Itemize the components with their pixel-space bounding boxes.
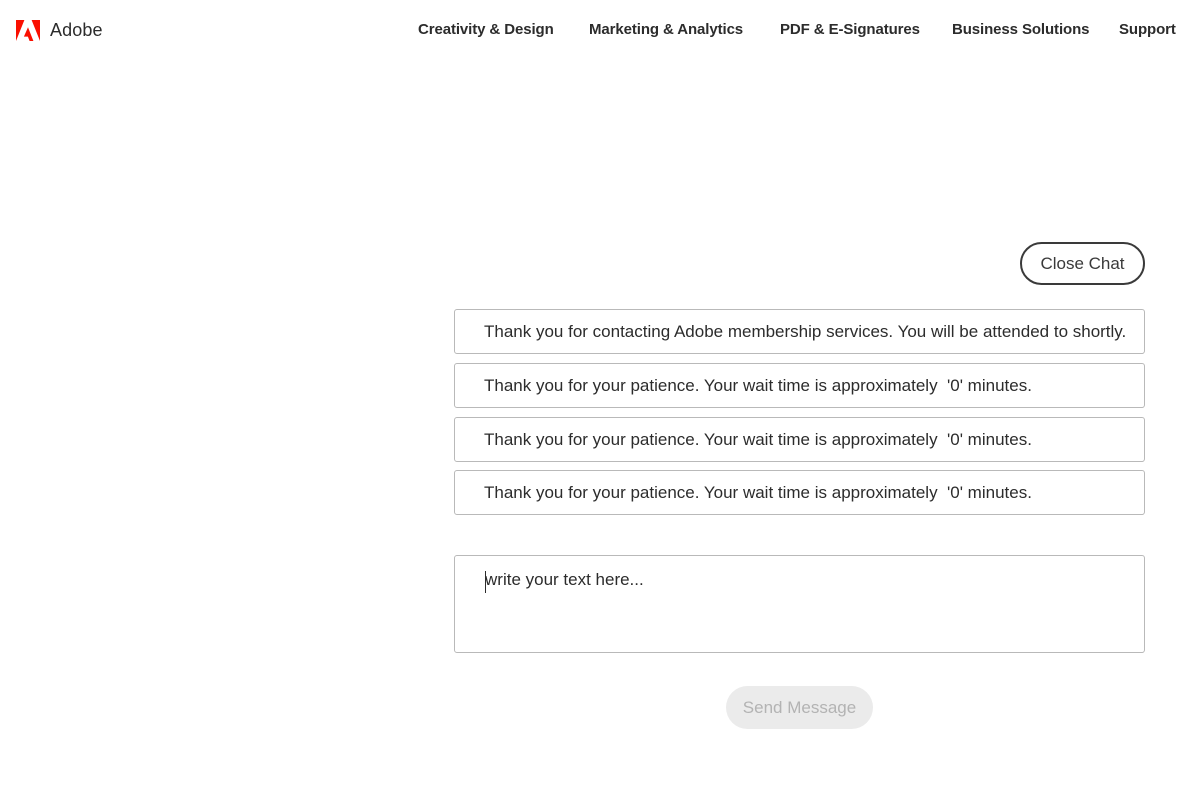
chat-message: Thank you for your patience. Your wait t… (454, 470, 1145, 515)
adobe-logo-link[interactable]: Adobe (16, 19, 103, 41)
nav-item-creativity-design[interactable]: Creativity & Design (418, 21, 554, 38)
brand-name: Adobe (50, 19, 103, 40)
nav-item-pdf-e-signatures[interactable]: PDF & E-Signatures (780, 21, 920, 38)
message-input[interactable] (455, 556, 1144, 652)
top-navigation: Adobe Creativity & Design Marketing & An… (0, 0, 1200, 62)
chat-message: Thank you for your patience. Your wait t… (454, 363, 1145, 408)
nav-item-business-solutions[interactable]: Business Solutions (952, 21, 1089, 38)
nav-item-support[interactable]: Support (1119, 21, 1176, 38)
chat-message: Thank you for your patience. Your wait t… (454, 417, 1145, 462)
chat-message: Thank you for contacting Adobe membershi… (454, 309, 1145, 354)
close-chat-button[interactable]: Close Chat (1020, 242, 1145, 285)
text-caret (485, 571, 486, 593)
adobe-logo-icon (16, 19, 40, 41)
send-message-button[interactable]: Send Message (726, 686, 873, 729)
message-composer (454, 555, 1145, 653)
nav-item-marketing-analytics[interactable]: Marketing & Analytics (589, 21, 743, 38)
